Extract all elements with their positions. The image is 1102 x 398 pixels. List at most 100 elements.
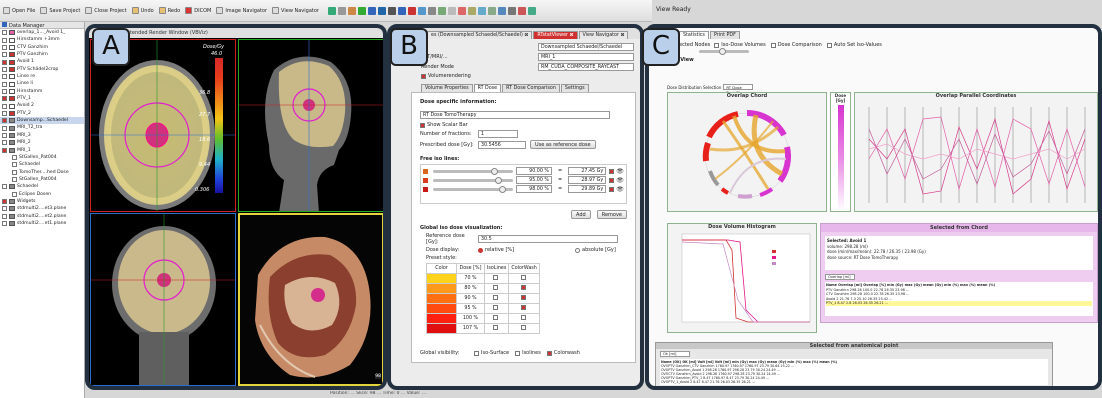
node-visibility-checkbox[interactable] [12,155,17,161]
data-node-item[interactable]: PTV Ganzhirn [0,51,84,58]
iso-percent-input[interactable]: 98.00 % [516,185,552,193]
plugin-icon[interactable] [507,6,516,15]
data-node-item[interactable]: PTV Schädel2crop [0,66,84,73]
tab-statistics[interactable]: Statistics [679,31,709,39]
dicom-button[interactable]: DICOM [185,7,211,14]
data-node-item[interactable]: StGallen_Pat004 [0,154,84,161]
undo-button[interactable]: Undo [131,7,154,14]
dose-comparison-checkbox[interactable] [770,42,776,48]
node-visibility-checkbox[interactable] [2,81,7,87]
data-node-item[interactable]: Linse li [0,80,84,87]
plugin-icon[interactable] [517,6,526,15]
node-visibility-checkbox[interactable] [2,184,7,190]
preset-colorwash-checkbox[interactable] [520,275,526,280]
dose-volume-histogram[interactable] [668,230,816,330]
preset-isolines-checkbox[interactable] [493,295,499,300]
volume-rendering-checkbox[interactable] [421,73,426,79]
node-visibility-checkbox[interactable] [2,52,7,58]
plugin-icon[interactable] [417,6,426,15]
data-node-item[interactable]: Avoid 2 [0,102,84,109]
node-visibility-checkbox[interactable] [2,118,7,124]
data-node-item[interactable]: MRI_2 [0,139,84,146]
preset-colorwash-checkbox[interactable] [520,315,526,320]
data-node-item[interactable]: Hirnstamm [0,88,84,95]
data-node-item[interactable]: StGallen_Pat004 [0,176,84,183]
data-node-item[interactable]: Schaedel [0,161,84,168]
node-visibility-checkbox[interactable] [2,66,7,72]
dose-plan-select[interactable]: RT Dose TomoTherapy [420,111,610,119]
prescribed-dose-input[interactable]: 30.5456 [478,140,526,149]
iso-slider[interactable] [433,176,513,184]
node-visibility-checkbox[interactable] [2,206,7,212]
data-node-item[interactable]: stdmulti2....et2.plane [0,213,84,220]
eye-icon[interactable]: 👁 [616,177,624,184]
plugin-icon[interactable] [347,6,356,15]
preset-isolines-checkbox[interactable] [493,315,499,320]
colorwash-checkbox[interactable] [546,350,552,356]
node-visibility-checkbox[interactable] [2,213,7,219]
render-window-tab[interactable]: xtended Render Window (VBViz) [89,28,383,38]
node-visibility-checkbox[interactable] [2,74,7,80]
open-file-button[interactable]: Open File [3,7,35,14]
absolute-radio[interactable] [575,247,580,253]
plugin-icon[interactable] [447,6,456,15]
preset-isolines-checkbox[interactable] [493,305,499,310]
iso-color-swatch[interactable] [423,186,428,192]
iso-gy-input[interactable]: 29.89 Gy [568,185,607,193]
data-node-item[interactable]: Schaedel [0,183,84,190]
iso-visible-checkbox[interactable] [609,186,615,192]
node-visibility-checkbox[interactable] [2,221,7,227]
image-select[interactable]: Downsampled Schaedel/Schaedel [538,43,634,51]
node-visibility-checkbox[interactable] [2,59,7,65]
plugin-icon[interactable] [387,6,396,15]
plugin-icon[interactable] [437,6,446,15]
plugin-icon[interactable] [337,6,346,15]
iso-slider-knob[interactable] [499,185,506,193]
plugin-icon[interactable] [377,6,386,15]
node-visibility-checkbox[interactable] [12,162,17,168]
overlap-select[interactable]: Overlap [ml] [825,274,855,280]
data-node-item[interactable]: MRI_3 [0,132,84,139]
tab-view-navigator[interactable]: View Navigator ⊠ [578,31,629,39]
data-node-item[interactable]: PTV_2 [0,110,84,117]
node-visibility-checkbox[interactable] [12,169,17,175]
data-node-item[interactable]: overlap_1..._Avoid 1_ [0,29,84,36]
node-visibility-checkbox[interactable] [12,191,17,197]
node-visibility-checkbox[interactable] [2,110,7,116]
node-visibility-checkbox[interactable] [2,147,7,153]
node-visibility-checkbox[interactable] [2,37,7,43]
iso-dose-volumes-checkbox[interactable] [714,42,720,48]
iso-color-swatch[interactable] [423,177,428,183]
redo-button[interactable]: Redo [158,7,180,14]
image-navigator-button[interactable]: Image Navigator [216,7,267,14]
auto-set-iso-values-checkbox[interactable] [826,42,832,48]
statistics-slider-knob[interactable] [719,48,726,55]
render-mode-select[interactable]: RM_CUDA_COMPOSITE_RAYCAST [538,63,634,71]
iso-slider-knob[interactable] [491,167,498,175]
iso-slider-knob[interactable] [495,176,502,184]
tab-rt-dose-comparison[interactable]: RT Dose Comparison [502,84,560,92]
add-button[interactable]: Add [571,210,591,219]
iso-gy-input[interactable]: 28.97 Gy [568,176,607,184]
pet-select[interactable]: MRI_1 [538,53,634,61]
node-visibility-checkbox[interactable] [12,177,17,183]
data-node-item[interactable]: Hirnstamm +3mm [0,36,84,43]
preset-color-cell[interactable] [426,283,457,294]
plugin-icon[interactable] [497,6,506,15]
anatomical-select[interactable]: Ok [ml] [660,351,690,357]
preset-color-cell[interactable] [426,313,457,324]
iso-surface-checkbox[interactable] [474,350,479,356]
save-project-button[interactable]: Save Project [40,7,80,14]
tab-volume-properties[interactable]: Volume Properties [421,84,473,92]
show-scalar-bar-checkbox[interactable] [420,122,425,128]
iso-percent-input[interactable]: 90.00 % [516,167,552,175]
sagittal-view[interactable] [238,39,383,212]
data-node-item[interactable]: MRI_1 [0,147,84,154]
iso-visible-checkbox[interactable] [609,177,615,183]
plugin-icon[interactable] [477,6,486,15]
tab-settings[interactable]: Settings [560,84,589,92]
tab-views[interactable]: es (Downsampled Schaedel/Schaedel) ⊠ [427,31,533,39]
iso-gy-input[interactable]: 27.45 Gy [568,167,607,175]
preset-color-cell[interactable] [426,273,457,284]
node-visibility-checkbox[interactable] [2,88,7,94]
